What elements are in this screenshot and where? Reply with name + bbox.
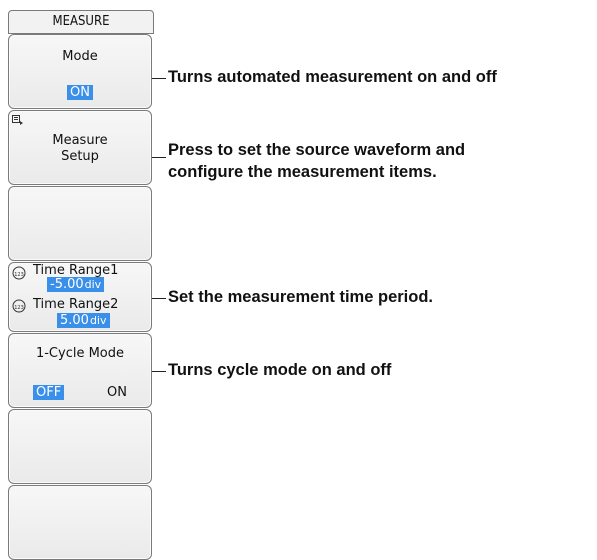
setup-callout-line: [152, 157, 166, 158]
time-range1-label: Time Range1: [33, 263, 119, 278]
time-range1-value: -5.00: [47, 277, 85, 292]
measure-setup-line2: Setup: [61, 149, 99, 164]
cycle-off-option: OFF: [33, 385, 65, 400]
time-range-callout: Set the measurement time period.: [168, 288, 433, 306]
menu-icon: [12, 115, 23, 125]
mode-callout-line: [152, 78, 166, 79]
time-range1-unit: div: [84, 277, 105, 292]
mode-callout: Turns automated measurement on and off: [168, 68, 497, 86]
svg-text:123: 123: [14, 272, 24, 278]
time-range-softkey[interactable]: 123 Time Range1 -5.00div 123 Time Range2…: [8, 262, 152, 332]
cycle-on-option: ON: [107, 385, 127, 400]
measure-setup-softkey[interactable]: Measure Setup: [8, 110, 152, 185]
jog-knob-icon: 123: [12, 266, 26, 280]
blank-softkey-2[interactable]: [8, 409, 152, 484]
time-range2-unit: div: [89, 313, 110, 328]
setup-callout-line2: configure the measurement items.: [168, 163, 437, 181]
blank-softkey-1[interactable]: [8, 186, 152, 261]
jog-knob-icon: 123: [12, 299, 26, 313]
cycle-mode-label: 1-Cycle Mode: [35, 346, 125, 361]
cycle-callout-line: [152, 371, 166, 372]
time-range2-value: 5.00: [57, 313, 90, 328]
time-range2-label: Time Range2: [33, 297, 119, 312]
measure-setup-line1: Measure: [52, 133, 108, 148]
mode-label: Mode: [62, 49, 98, 64]
cycle-callout: Turns cycle mode on and off: [168, 361, 392, 379]
mode-softkey[interactable]: Mode ON: [8, 34, 152, 109]
cycle-mode-softkey[interactable]: 1-Cycle Mode OFF ON: [8, 333, 152, 408]
setup-callout-line1: Press to set the source waveform and: [168, 141, 466, 159]
mode-value: ON: [67, 85, 93, 100]
menu-title: MEASURE: [8, 10, 154, 34]
svg-text:123: 123: [14, 305, 24, 311]
blank-softkey-3[interactable]: [8, 485, 152, 560]
time-range-callout-line: [152, 298, 166, 299]
